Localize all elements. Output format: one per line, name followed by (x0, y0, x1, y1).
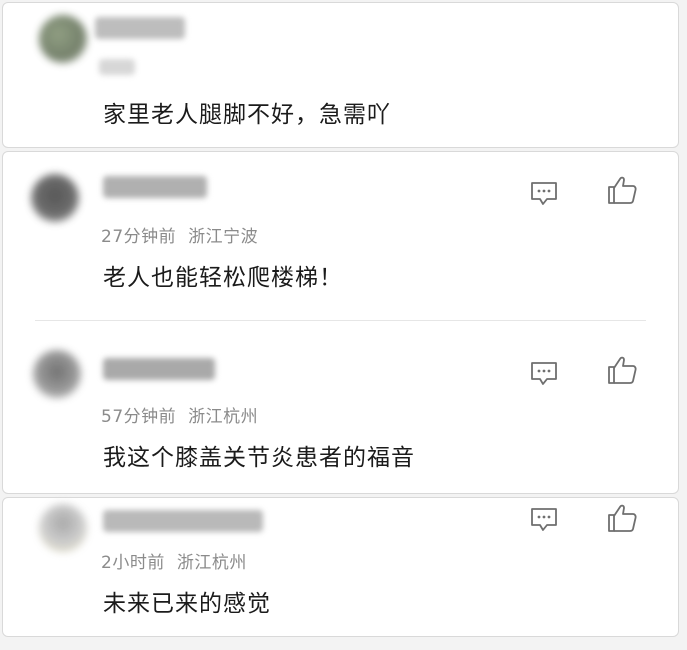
username-blurred[interactable] (103, 176, 207, 198)
reply-button[interactable] (527, 358, 561, 390)
like-button[interactable] (605, 174, 639, 206)
comment-item: 27分钟前 浙江宁波 老人也能轻松爬楼梯！ (3, 152, 678, 322)
thumbs-up-icon (608, 356, 637, 384)
like-button[interactable] (605, 502, 639, 534)
username-blurred[interactable] (95, 17, 185, 39)
comment-icon (531, 508, 557, 531)
comment-meta: 2小时前 浙江杭州 (101, 548, 247, 573)
comment-text: 我这个膝盖关节炎患者的福音 (103, 445, 415, 471)
thumbs-up-icon (608, 176, 637, 204)
comment-location: 浙江宁波 (188, 227, 259, 247)
reply-button[interactable] (527, 504, 561, 536)
comment-card: 2小时前 浙江杭州 未来已来的感觉 (2, 497, 679, 637)
meta-blurred (99, 59, 135, 75)
comment-meta: 27分钟前 浙江宁波 (101, 222, 258, 247)
comment-time: 27分钟前 (101, 227, 177, 247)
comment-item: 57分钟前 浙江杭州 我这个膝盖关节炎患者的福音 (3, 324, 678, 494)
comment-icon (531, 362, 557, 385)
avatar[interactable] (33, 350, 81, 398)
reply-button[interactable] (527, 178, 561, 210)
comment-time: 57分钟前 (101, 407, 177, 427)
like-button[interactable] (605, 354, 639, 386)
comment-meta: 57分钟前 浙江杭州 (101, 402, 258, 427)
comment-location: 浙江杭州 (176, 553, 247, 573)
avatar[interactable] (31, 174, 79, 222)
avatar[interactable] (39, 15, 87, 63)
username-blurred[interactable] (103, 358, 215, 380)
comment-text: 老人也能轻松爬楼梯！ (103, 265, 343, 291)
comment-card: 27分钟前 浙江宁波 老人也能轻松爬楼梯！ 57分钟前 浙江杭州 我这个膝盖关节炎患… (2, 151, 679, 494)
avatar[interactable] (39, 504, 87, 552)
username-blurred[interactable] (103, 510, 263, 532)
comment-icon (531, 182, 557, 205)
divider (35, 320, 646, 321)
comment-text: 家里老人腿脚不好，急需吖 (103, 102, 391, 128)
comment-location: 浙江杭州 (188, 407, 259, 427)
thumbs-up-icon (608, 504, 637, 532)
comment-text: 未来已来的感觉 (103, 591, 271, 617)
comment-card: 家里老人腿脚不好，急需吖 (2, 2, 679, 148)
comment-time: 2小时前 (101, 553, 165, 573)
